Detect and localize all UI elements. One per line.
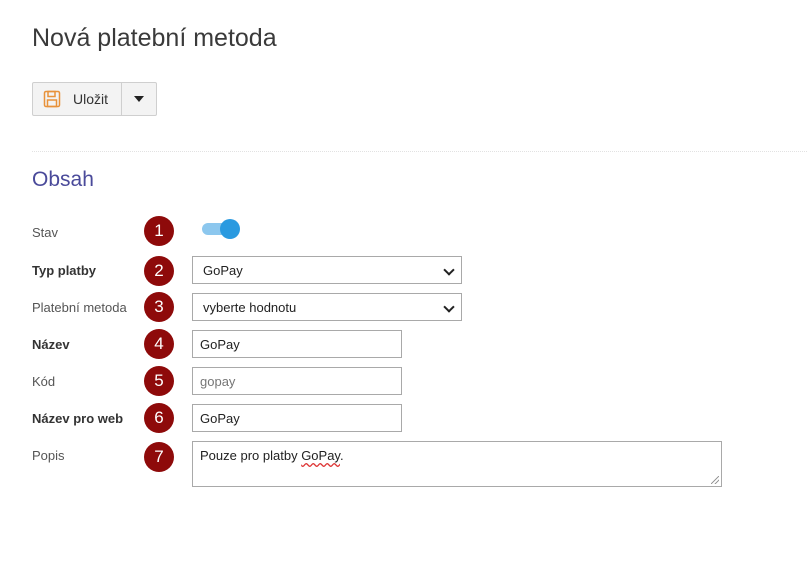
typ-platby-label: Typ platby (32, 263, 97, 278)
save-button-label: Uložit (73, 91, 109, 107)
annotation-badge-5: 5 (144, 366, 174, 396)
stav-label: Stav (32, 225, 59, 240)
popis-text-suffix: . (339, 448, 344, 463)
chevron-down-icon (443, 301, 455, 313)
platebni-metoda-label: Platební metoda (32, 300, 127, 315)
popis-textarea[interactable]: Pouze pro platby GoPay. (192, 441, 722, 487)
popis-label: Popis (32, 448, 65, 463)
nazev-input[interactable] (192, 330, 402, 358)
caret-down-icon (134, 96, 144, 102)
typ-platby-select[interactable]: GoPay (192, 256, 462, 284)
nazev-label: Název (32, 337, 70, 352)
typ-platby-value: GoPay (203, 262, 243, 278)
popis-text-misspelled-word: GoPay (301, 448, 340, 463)
annotation-badge-1: 1 (144, 216, 174, 246)
nazev-pro-web-input[interactable] (192, 404, 402, 432)
annotation-badge-3: 3 (144, 292, 174, 322)
divider (32, 151, 807, 152)
floppy-disk-icon (43, 90, 61, 108)
page-title: Nová platební metoda (32, 24, 277, 52)
resize-handle-icon[interactable] (711, 476, 719, 484)
save-options-dropdown-button[interactable] (122, 83, 156, 115)
stav-toggle[interactable] (202, 218, 240, 240)
popis-text-prefix: Pouze pro platby (200, 448, 302, 463)
toolbar: Uložit (32, 82, 157, 116)
annotation-badge-4: 4 (144, 329, 174, 359)
annotation-badge-2: 2 (144, 256, 174, 286)
kod-input[interactable] (192, 367, 402, 395)
platebni-metoda-select[interactable]: vyberte hodnotu (192, 293, 462, 321)
kod-label: Kód (32, 374, 56, 389)
save-button[interactable]: Uložit (33, 83, 122, 115)
annotation-badge-7: 7 (144, 442, 174, 472)
nazev-pro-web-label: Název pro web (32, 411, 124, 426)
chevron-down-icon (443, 264, 455, 276)
section-title: Obsah (32, 168, 94, 191)
platebni-metoda-value: vyberte hodnotu (203, 299, 297, 315)
toggle-knob (220, 219, 240, 239)
annotation-badge-6: 6 (144, 403, 174, 433)
